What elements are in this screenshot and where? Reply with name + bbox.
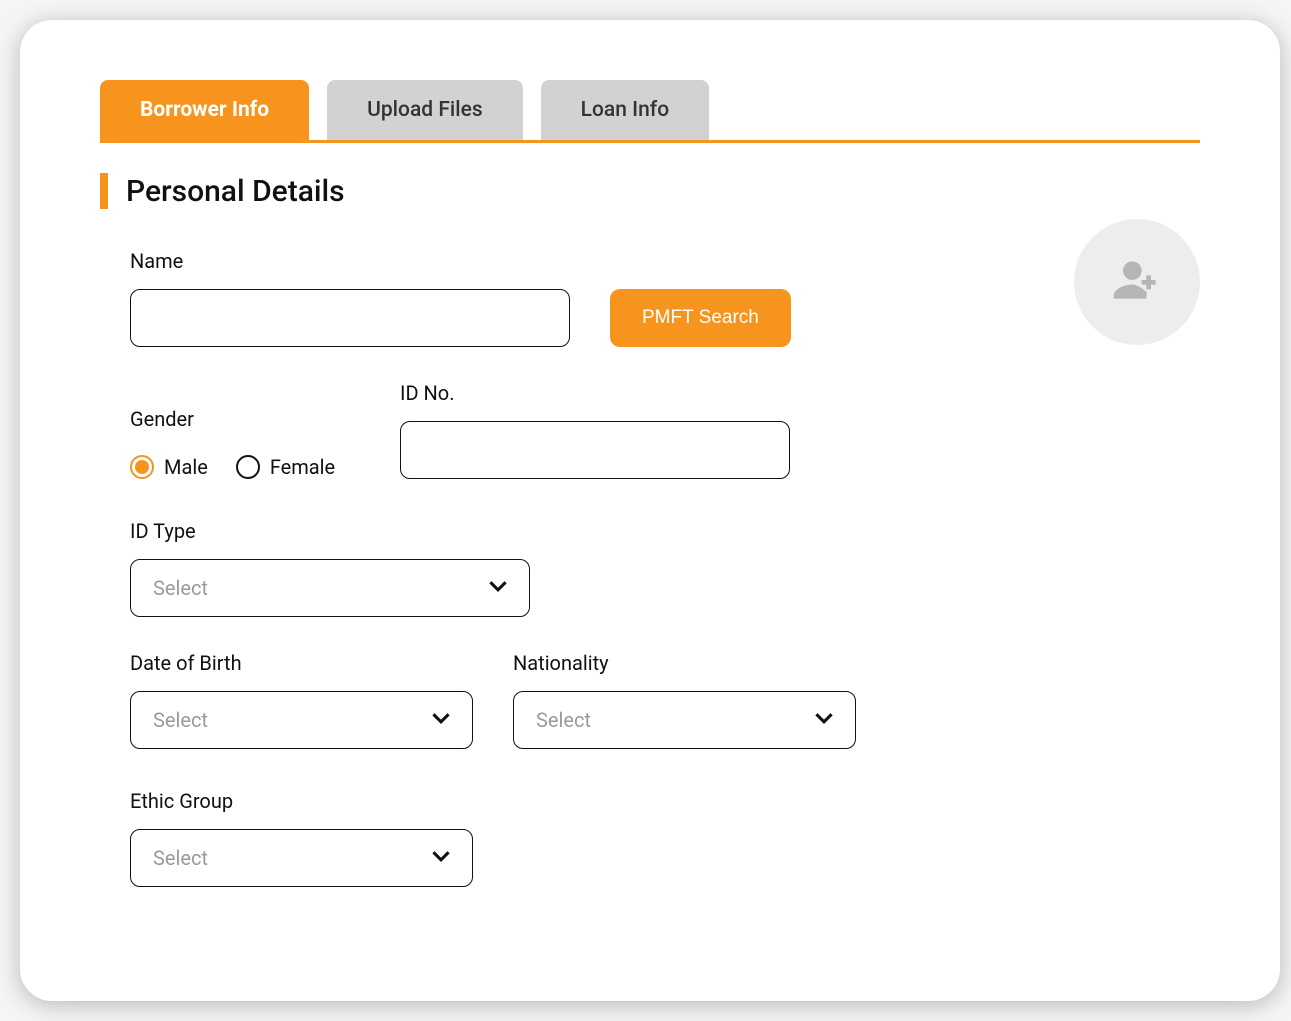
form-content: Name PMFT Search Gender Male Female bbox=[100, 249, 1200, 887]
select-placeholder: Select bbox=[153, 708, 208, 732]
name-input[interactable] bbox=[130, 289, 570, 347]
select-placeholder: Select bbox=[153, 846, 208, 870]
tab-label: Loan Info bbox=[581, 98, 669, 122]
radio-female[interactable]: Female bbox=[236, 455, 335, 479]
field-dob: Date of Birth Select bbox=[130, 651, 473, 749]
id-type-select[interactable]: Select bbox=[130, 559, 530, 617]
nationality-label: Nationality bbox=[513, 651, 856, 675]
chevron-down-icon bbox=[428, 843, 454, 874]
name-label: Name bbox=[130, 249, 570, 273]
field-id-no: ID No. bbox=[400, 381, 790, 479]
chevron-down-icon bbox=[485, 573, 511, 604]
dob-select[interactable]: Select bbox=[130, 691, 473, 749]
id-no-input[interactable] bbox=[400, 421, 790, 479]
tab-borrower-info[interactable]: Borrower Info bbox=[100, 80, 309, 140]
ethic-group-select[interactable]: Select bbox=[130, 829, 473, 887]
radio-label: Female bbox=[270, 455, 335, 479]
tab-upload-files[interactable]: Upload Files bbox=[327, 80, 523, 140]
section-header: Personal Details bbox=[100, 173, 1200, 209]
radio-male[interactable]: Male bbox=[130, 455, 208, 479]
gender-label: Gender bbox=[130, 407, 360, 431]
field-name: Name bbox=[130, 249, 570, 347]
row-id: Gender Male Female ID No. ID Type bbox=[130, 381, 1200, 617]
radio-circle-icon bbox=[130, 455, 154, 479]
row-name: Name PMFT Search bbox=[130, 249, 1200, 347]
id-no-label: ID No. bbox=[400, 381, 790, 405]
id-type-label: ID Type bbox=[130, 519, 530, 543]
row-demographics: Date of Birth Select Nationality Select bbox=[130, 651, 1200, 887]
select-placeholder: Select bbox=[536, 708, 591, 732]
section-accent-bar bbox=[100, 173, 108, 209]
gender-radio-group: Male Female bbox=[130, 455, 360, 479]
form-card: Borrower Info Upload Files Loan Info Per… bbox=[20, 20, 1280, 1001]
tab-label: Upload Files bbox=[367, 98, 483, 122]
field-nationality: Nationality Select bbox=[513, 651, 856, 749]
radio-label: Male bbox=[164, 455, 208, 479]
avatar-upload-button[interactable] bbox=[1074, 219, 1200, 345]
radio-circle-icon bbox=[236, 455, 260, 479]
pmft-search-button[interactable]: PMFT Search bbox=[610, 289, 791, 347]
field-id-type: ID Type Select bbox=[130, 519, 530, 617]
nationality-select[interactable]: Select bbox=[513, 691, 856, 749]
user-add-icon bbox=[1109, 252, 1165, 312]
tabs-row: Borrower Info Upload Files Loan Info bbox=[100, 80, 1200, 143]
tab-label: Borrower Info bbox=[140, 98, 269, 122]
field-gender: Gender Male Female bbox=[130, 407, 360, 479]
section-title: Personal Details bbox=[126, 174, 345, 209]
ethic-group-label: Ethic Group bbox=[130, 789, 473, 813]
field-ethic-group: Ethic Group Select bbox=[130, 789, 473, 887]
chevron-down-icon bbox=[428, 705, 454, 736]
tab-loan-info[interactable]: Loan Info bbox=[541, 80, 709, 140]
chevron-down-icon bbox=[811, 705, 837, 736]
dob-label: Date of Birth bbox=[130, 651, 473, 675]
select-placeholder: Select bbox=[153, 576, 208, 600]
